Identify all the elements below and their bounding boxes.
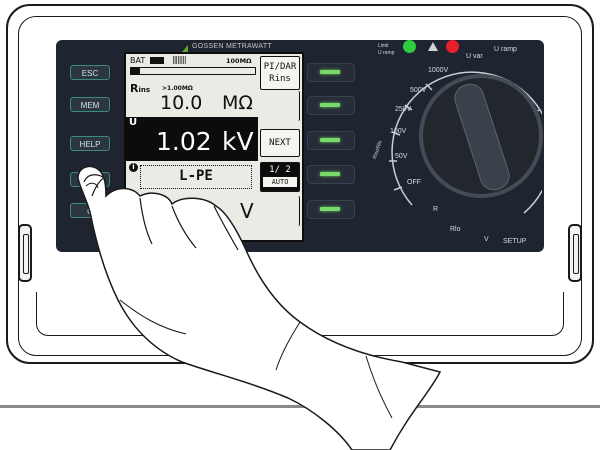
pointing-hand-image bbox=[77, 165, 442, 450]
